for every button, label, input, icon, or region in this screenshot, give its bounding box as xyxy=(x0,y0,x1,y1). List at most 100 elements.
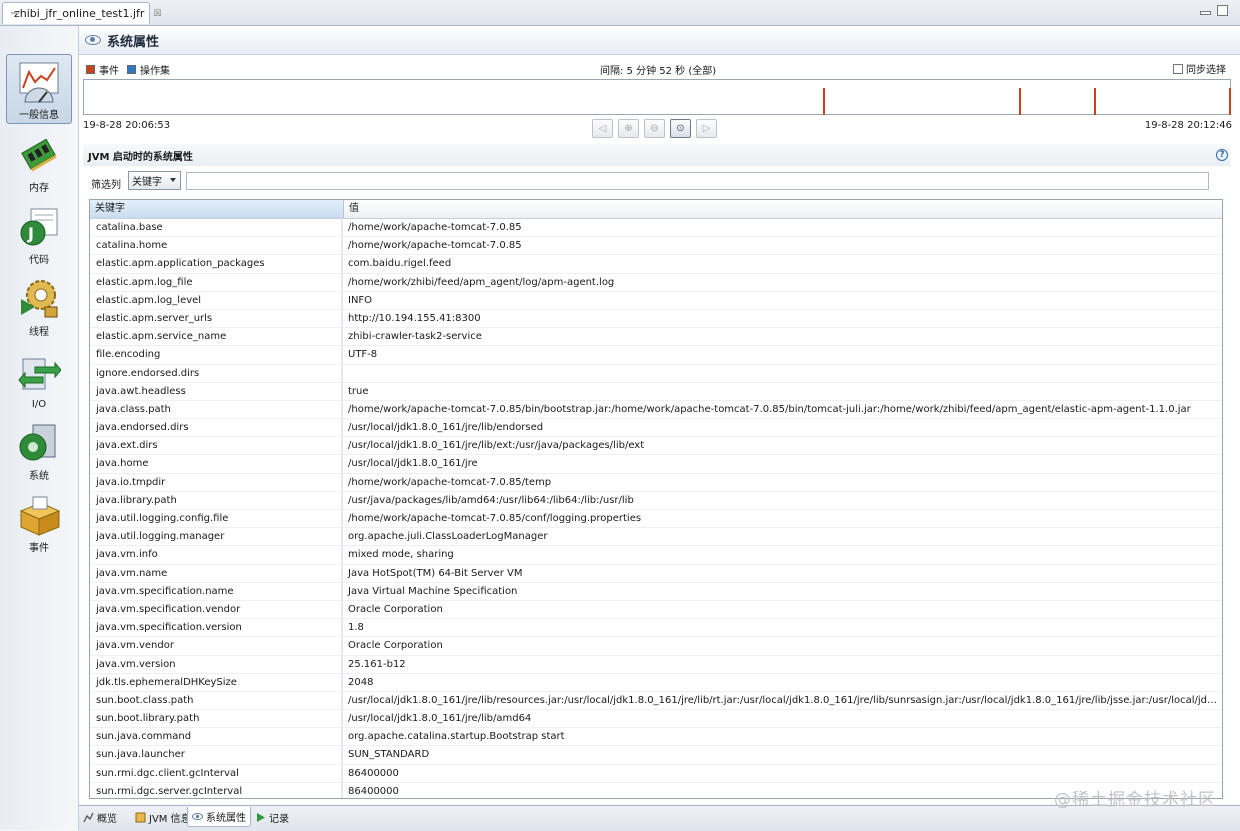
table-row[interactable]: java.util.logging.config.file/home/work/… xyxy=(90,510,1222,529)
tab-overview[interactable]: 概览 xyxy=(79,807,121,827)
property-key-cell: java.vm.version xyxy=(90,655,342,673)
table-row[interactable]: java.vm.specification.version 1.8 xyxy=(90,619,1222,638)
property-key-cell: elastic.apm.server_urls xyxy=(90,309,342,328)
sidebar-item-system[interactable]: 系统 xyxy=(6,414,72,484)
close-tab-icon[interactable]: ☒ xyxy=(153,9,161,19)
table-row[interactable]: catalina.home/home/work/apache-tomcat-7.… xyxy=(90,237,1222,256)
property-key-cell: elastic.apm.log_level xyxy=(90,291,342,309)
sidebar-item-general[interactable]: 一般信息 xyxy=(6,54,72,124)
jvm-icon xyxy=(135,812,146,822)
property-value-cell: /usr/local/jdk1.8.0_161/jre/lib/resource… xyxy=(348,694,1220,706)
properties-view-icon xyxy=(192,813,203,820)
filter-input[interactable] xyxy=(186,172,1209,190)
table-row[interactable]: catalina.base/home/work/apache-tomcat-7.… xyxy=(90,219,1222,238)
table-row[interactable]: java.vm.version 25.161-b12 xyxy=(90,655,1222,674)
sidebar-item-label: 系统 xyxy=(29,471,49,482)
table-row[interactable]: java.util.logging.manager org.apache.juli… xyxy=(90,528,1222,547)
table-row[interactable]: java.home/usr/local/jdk1.8.0_161/jre xyxy=(90,455,1222,474)
sidebar-item-threads[interactable]: 线程 xyxy=(6,270,72,340)
property-value-cell: /usr/java/packages/lib/amd64:/usr/lib64:… xyxy=(348,494,634,506)
sidebar-item-code[interactable]: J 代码 xyxy=(6,198,72,268)
table-row[interactable]: elastic.apm.server_urls http://10.194.155… xyxy=(90,309,1222,329)
editor-tab[interactable]: zhibi_jfr_online_test1.jfr ☒ xyxy=(2,2,162,24)
table-row[interactable]: elastic.apm.log_level INFO xyxy=(90,291,1222,310)
event-marker[interactable] xyxy=(1019,88,1021,115)
code-icon: J xyxy=(20,208,58,246)
zoom-forward-button[interactable]: ▷ xyxy=(696,119,717,138)
table-row[interactable]: java.vm.vendor Oracle Corporation xyxy=(90,637,1222,656)
table-row[interactable]: java.vm.name Java HotSpot(TM) 64-Bit Serv… xyxy=(90,564,1222,583)
table-row[interactable]: file.encoding UTF-8 xyxy=(90,346,1222,365)
timeline-toolbar: ◁ ⊕ ⊖ ⊙ ▷ xyxy=(592,119,717,138)
property-value-cell: org.apache.catalina.startup.Bootstrap st… xyxy=(348,731,565,743)
sync-selection-label: 同步选择 xyxy=(1186,65,1226,76)
table-row[interactable]: java.endorsed.dirs/usr/local/jdk1.8.0_16… xyxy=(90,419,1222,438)
column-header-key[interactable]: 关键字 xyxy=(90,200,344,218)
tab-recording[interactable]: 记录 xyxy=(251,807,293,827)
column-header-value[interactable]: 值 xyxy=(344,200,359,218)
property-key-cell: catalina.home xyxy=(90,237,342,255)
event-marker[interactable] xyxy=(1094,88,1096,115)
zoom-back-button[interactable]: ◁ xyxy=(592,119,613,138)
filter-column-label: 筛选列 xyxy=(91,180,121,191)
table-row[interactable]: java.vm.specification.vendor Oracle Corpo… xyxy=(90,600,1222,620)
property-key-cell: java.vm.info xyxy=(90,546,342,564)
property-value-cell: org.apache.juli.ClassLoaderLogManager xyxy=(348,531,548,543)
help-icon[interactable]: ? xyxy=(1216,149,1228,161)
property-value-cell: mixed mode, sharing xyxy=(348,549,454,561)
property-key-cell: sun.rmi.dgc.server.gcInterval xyxy=(90,782,342,798)
sidebar-item-events[interactable]: 事件 xyxy=(6,486,72,556)
event-timeline[interactable] xyxy=(83,79,1231,115)
table-row[interactable]: java.vm.info mixed mode, sharing xyxy=(90,546,1222,565)
tab-jvm-info[interactable]: JVM 信息 xyxy=(131,807,195,827)
table-row[interactable]: elastic.apm.application_packages com.baid… xyxy=(90,255,1222,274)
property-key-cell: java.util.logging.config.file xyxy=(90,510,342,528)
table-row[interactable]: elastic.apm.service_name zhibi-crawler-ta… xyxy=(90,328,1222,347)
event-marker[interactable] xyxy=(1229,88,1231,115)
zoom-all-button[interactable]: ⊙ xyxy=(670,119,691,138)
table-row[interactable]: java.library.path/usr/java/packages/lib/… xyxy=(90,491,1222,510)
table-row[interactable]: ignore.endorsed.dirs xyxy=(90,364,1222,383)
table-row[interactable]: java.io.tmpdir/home/work/apache-tomcat-7… xyxy=(90,473,1222,492)
play-icon xyxy=(257,812,265,822)
table-row[interactable]: sun.boot.library.path/usr/local/jdk1.8.0… xyxy=(90,710,1222,729)
checkbox-icon[interactable] xyxy=(1173,63,1183,74)
property-value-cell: /home/work/apache-tomcat-7.0.85/conf/log… xyxy=(348,513,642,524)
filter-column-value: 关键字 xyxy=(132,177,162,188)
table-row[interactable]: sun.java.command org.apache.catalina.star… xyxy=(90,728,1222,747)
sidebar-item-memory[interactable]: 内存 xyxy=(6,126,72,196)
maximize-icon[interactable] xyxy=(1217,5,1228,16)
sidebar-item-label: I/O xyxy=(31,399,47,410)
table-row[interactable]: jdk.tls.ephemeralDHKeySize 2048 xyxy=(90,673,1222,692)
table-row[interactable]: sun.rmi.dgc.client.gcInterval 86400000 xyxy=(90,764,1222,783)
minimize-icon[interactable] xyxy=(1200,11,1211,15)
sync-selection-checkbox[interactable]: 同步选择 xyxy=(1173,61,1226,76)
table-row[interactable]: java.awt.headless true xyxy=(90,382,1222,401)
zoom-out-button[interactable]: ⊖ xyxy=(644,119,665,138)
property-key-cell: file.encoding xyxy=(90,346,342,364)
table-row[interactable]: sun.boot.class.path/usr/local/jdk1.8.0_1… xyxy=(90,691,1222,711)
property-key-cell: elastic.apm.service_name xyxy=(90,328,342,346)
tab-label: 系统属性 xyxy=(206,813,246,824)
sidebar-item-io[interactable]: I/O xyxy=(6,342,72,412)
event-marker[interactable] xyxy=(823,88,825,115)
property-value-cell: 1.8 xyxy=(348,622,364,634)
table-row[interactable]: java.class.path/home/work/apache-tomcat-… xyxy=(90,400,1222,420)
property-value-cell: Oracle Corporation xyxy=(348,640,443,652)
table-row[interactable]: sun.rmi.dgc.server.gcInterval 86400000 xyxy=(90,782,1222,798)
legend-label-events: 事件 xyxy=(99,66,119,77)
table-body: catalina.base/home/work/apache-tomcat-7.… xyxy=(90,219,1222,798)
filter-column-select[interactable]: 关键字 xyxy=(128,171,181,190)
table-row[interactable]: java.ext.dirs/usr/local/jdk1.8.0_161/jre… xyxy=(90,437,1222,456)
column-divider xyxy=(342,218,343,798)
table-row[interactable]: sun.java.launcher SUN_STANDARD xyxy=(90,746,1222,765)
timeline-start-time: 19-8-28 20:06:53 xyxy=(83,120,171,131)
property-value-cell: SUN_STANDARD xyxy=(348,749,430,761)
sidebar-item-label: 线程 xyxy=(29,327,49,338)
zoom-in-button[interactable]: ⊕ xyxy=(618,119,639,138)
property-key-cell: sun.rmi.dgc.client.gcInterval xyxy=(90,764,342,782)
tab-system-properties[interactable]: 系统属性 xyxy=(187,807,251,827)
table-row[interactable]: elastic.apm.log_file/home/work/zhibi/fee… xyxy=(90,273,1222,292)
property-key-cell: elastic.apm.log_file xyxy=(90,273,342,291)
table-row[interactable]: java.vm.specification.name Java Virtual M… xyxy=(90,582,1222,601)
